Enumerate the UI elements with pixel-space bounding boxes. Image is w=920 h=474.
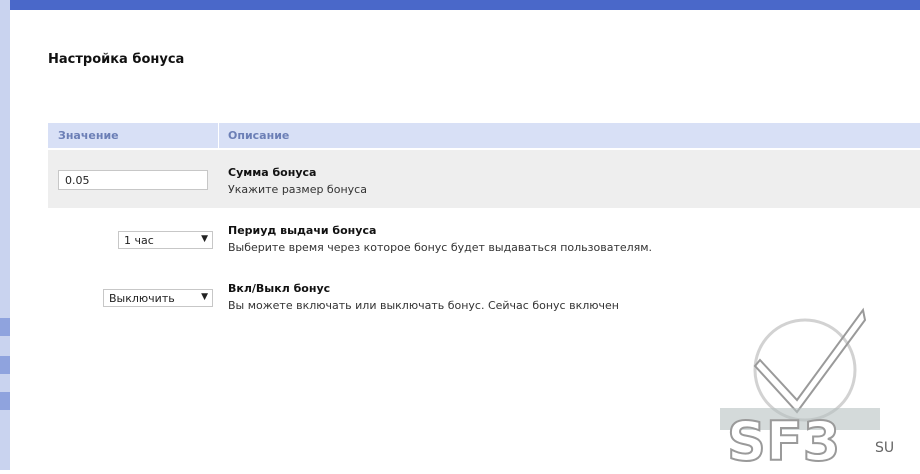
sidebar-tab[interactable] [0,318,10,336]
chevron-down-icon: ▼ [201,292,208,302]
select-value: Выключить [109,292,175,305]
chevron-down-icon: ▼ [201,234,208,244]
watermark-suffix: SU [875,440,894,456]
table-header: Значение Описание [48,123,920,148]
checkmark-logo-icon: SF3 SU [720,307,894,474]
watermark-text: SF3 [727,410,840,470]
row-title: Сумма бонуса [228,166,317,179]
select-value: 1 час [124,234,154,247]
column-divider [218,123,219,148]
bonus-toggle-select[interactable]: Выключить ▼ [103,289,213,307]
column-header-value: Значение [58,129,119,142]
row-description: Вы можете включать или выключать бонус. … [228,299,619,312]
table-row: Сумма бонуса Укажите размер бонуса [48,150,920,208]
row-title: Периуд выдачи бонуса [228,224,377,237]
bonus-period-select[interactable]: 1 час ▼ [118,231,213,249]
page-title: Настройка бонуса [48,52,185,67]
row-title: Вкл/Выкл бонус [228,282,331,295]
sidebar-tab[interactable] [0,356,10,374]
watermark-logo: SF3 SU [715,300,920,474]
sidebar-tab[interactable] [0,392,10,410]
column-header-description: Описание [228,129,290,142]
row-description: Выберите время через которое бонус будет… [228,241,653,254]
window-top-bar [0,0,920,10]
left-sidebar-strip [0,0,10,470]
row-description: Укажите размер бонуса [228,183,367,196]
table-row: 1 час ▼ Периуд выдачи бонуса Выберите вр… [48,215,920,271]
bonus-amount-input[interactable] [58,170,208,190]
